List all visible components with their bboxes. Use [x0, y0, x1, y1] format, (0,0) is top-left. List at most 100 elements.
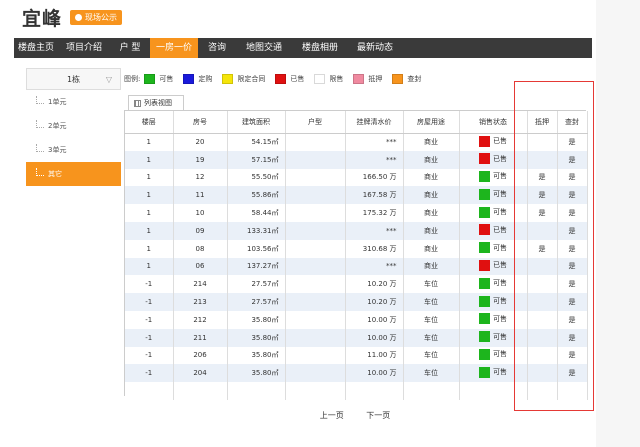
- nav-item-7[interactable]: 最新动态: [348, 38, 402, 58]
- table-cell: 57.15㎡: [227, 150, 286, 169]
- legend-label: 查封: [407, 75, 422, 83]
- main-nav: 楼盘主页 项目介绍户 型一房一价 咨询 地图交通 楼盘相册 最新动态: [14, 38, 592, 58]
- table-cell: [125, 382, 174, 400]
- table-cell: [285, 275, 346, 294]
- table-row: 1 10 58.44㎡ 175.32 万商业 可售 是是: [125, 204, 588, 222]
- table-cell: 已售: [459, 257, 528, 276]
- table-cell: 27.57㎡: [227, 275, 286, 294]
- table-cell: 可售: [459, 275, 528, 294]
- brand: 宜峰 现场公示: [22, 4, 123, 30]
- table-cell: 是: [527, 239, 558, 258]
- table-cell: 12: [173, 168, 228, 187]
- nav-item-4[interactable]: 咨询: [198, 38, 236, 58]
- table-cell: [285, 221, 346, 240]
- table-cell: 是: [527, 168, 558, 187]
- column-header: 抵押: [527, 111, 558, 134]
- table-cell: [285, 204, 346, 222]
- table-cell: 1: [125, 150, 174, 169]
- table-cell: [285, 186, 346, 205]
- nav-item-0[interactable]: 楼盘主页: [14, 38, 58, 58]
- table-row: 1 12 55.50㎡ 166.50 万商业 可售 是是: [125, 168, 588, 187]
- table-cell: 204: [173, 364, 228, 383]
- table-cell: 是: [557, 310, 588, 329]
- prev-page-link[interactable]: 上一页: [320, 411, 344, 420]
- sales-status: 可售: [479, 170, 507, 182]
- status-swatch: [479, 366, 490, 378]
- building-selector[interactable]: 1栋 ▽: [26, 68, 121, 90]
- nav-item-5[interactable]: 地图交通: [236, 38, 292, 58]
- table-cell: 167.58 万: [345, 186, 404, 205]
- table-cell: 1: [125, 204, 174, 222]
- sales-status: 可售: [479, 277, 507, 289]
- table-row: 1 11 55.86㎡ 167.58 万商业 可售是是: [125, 186, 588, 205]
- table-cell: 1: [125, 186, 174, 205]
- table-cell: 是: [557, 204, 588, 222]
- sidebar-item-label: 1单元: [48, 98, 67, 106]
- table-cell: -1: [125, 275, 174, 294]
- table-cell: 商业: [403, 257, 460, 276]
- table-cell: 27.57㎡: [227, 293, 286, 311]
- status-label: 可售: [493, 332, 507, 341]
- table-cell: 可售: [459, 293, 528, 311]
- status-swatch: [479, 170, 490, 182]
- nav-item-3[interactable]: 一房一价: [150, 38, 198, 58]
- pager: 上一页 下一页: [124, 410, 586, 421]
- table-cell: 1: [125, 133, 174, 151]
- page: 宜峰 现场公示 楼盘主页 项目介绍户 型一房一价 咨询 地图交通 楼盘相册 最新动态 1栋…: [0, 0, 640, 447]
- table-cell: 是: [557, 257, 588, 276]
- sidebar-item-0[interactable]: 1单元: [26, 90, 121, 114]
- live-notice-badge[interactable]: 现场公示: [70, 9, 123, 25]
- table-cell: ***: [345, 150, 404, 169]
- legend-label: 限售: [329, 75, 344, 83]
- status-swatch: [479, 295, 490, 307]
- nav-item-2[interactable]: 户 型: [110, 38, 150, 58]
- nav-item-1[interactable]: 项目介绍: [58, 38, 110, 58]
- sidebar-item-3[interactable]: 其它: [26, 162, 121, 186]
- status-swatch: [479, 348, 490, 360]
- nav-item-6[interactable]: 楼盘相册: [292, 38, 348, 58]
- status-label: 可售: [493, 172, 507, 181]
- table-cell: 已售: [459, 150, 528, 169]
- table-cell: 车位: [403, 328, 460, 347]
- status-label: 已售: [493, 137, 507, 146]
- legend-swatch: [222, 74, 234, 84]
- column-header: 建筑面积: [227, 111, 286, 134]
- legend-swatch: [275, 74, 287, 84]
- table-cell: 可售: [459, 364, 528, 383]
- table-cell: -1: [125, 346, 174, 365]
- tree-connector: [36, 168, 44, 176]
- status-label: 已售: [493, 261, 507, 270]
- table-cell: 310.68 万: [345, 239, 404, 258]
- table-cell: 58.44㎡: [227, 204, 286, 222]
- legend: 图例: 可售 定购 限定合同 已售 限售 抵押 查封: [124, 74, 431, 84]
- right-gutter: [596, 0, 640, 447]
- tab-list-view[interactable]: 列表视图: [128, 95, 184, 110]
- table-cell: 137.27㎡: [227, 257, 286, 276]
- tree-connector: [36, 120, 44, 128]
- status-swatch: [479, 153, 490, 165]
- table-cell: 175.32 万: [345, 204, 404, 222]
- sales-status: 已售: [479, 135, 507, 147]
- table-cell: [285, 382, 346, 400]
- table-cell: [527, 293, 558, 311]
- table-cell: 206: [173, 346, 228, 365]
- sales-status: 已售: [479, 153, 507, 165]
- table-cell: 是: [557, 364, 588, 383]
- table-cell: 是: [557, 150, 588, 169]
- sidebar-item-1[interactable]: 2单元: [26, 114, 121, 138]
- tree-connector: [36, 96, 44, 104]
- column-header: 挂牌清水价: [345, 111, 404, 134]
- legend-label: 定购: [198, 75, 213, 83]
- sidebar-item-2[interactable]: 3单元: [26, 138, 121, 162]
- table-cell: 是: [557, 239, 588, 258]
- table-cell: -1: [125, 364, 174, 383]
- brand-title: 宜峰: [22, 7, 63, 30]
- status-swatch: [479, 242, 490, 254]
- legend-swatch: [353, 74, 365, 84]
- table-cell: 是: [557, 133, 588, 151]
- table-cell: 211: [173, 328, 228, 347]
- table-cell: [173, 382, 228, 400]
- table-cell: 可售: [459, 204, 528, 222]
- next-page-link[interactable]: 下一页: [366, 411, 390, 420]
- table-cell: [227, 382, 286, 400]
